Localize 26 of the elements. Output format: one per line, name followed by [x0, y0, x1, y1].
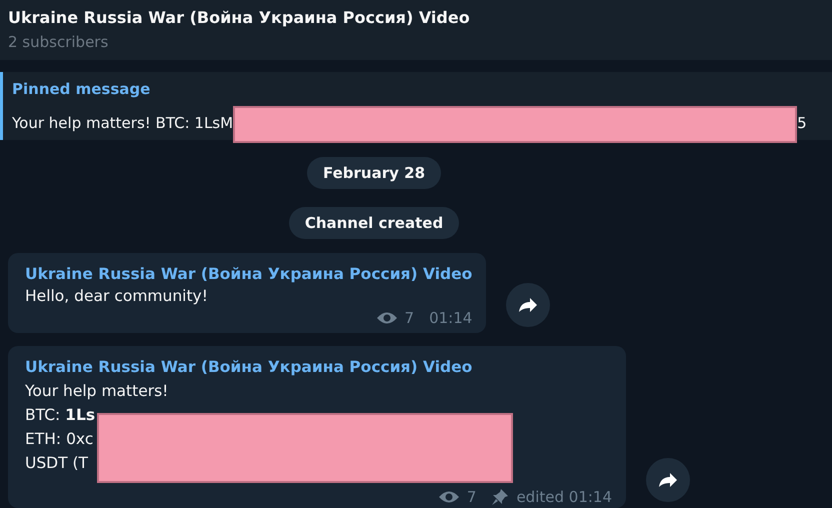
pinned-label: Pinned message [12, 80, 152, 98]
service-message: Channel created [288, 207, 460, 239]
eye-icon [376, 311, 398, 325]
message-author[interactable]: Ukraine Russia War (Война Украина Россия) Video [25, 358, 612, 376]
view-count: 7 [404, 309, 414, 327]
service-message: February 28 [306, 157, 442, 189]
subscriber-count: 2 subscribers [8, 33, 110, 51]
message-text: USDT (T [25, 454, 90, 472]
view-count: 7 [466, 488, 476, 506]
eye-icon [438, 490, 460, 504]
share-icon [658, 472, 678, 488]
message-time: edited 01:14 [516, 488, 612, 506]
pinned-text: Your help matters! BTC: 1LsM [12, 114, 234, 132]
forward-button[interactable] [646, 458, 690, 502]
pin-icon [491, 488, 510, 506]
pinned-text-tail: 5 [797, 114, 807, 132]
message-text: Hello, dear community! [25, 287, 209, 305]
message-time: 01:14 [429, 309, 472, 327]
message-text: ETH: 0xc [25, 430, 94, 448]
channel-title: Ukraine Russia War (Война Украина Россия) Video [8, 8, 471, 27]
pinned-message-bar[interactable]: Pinned message Your help matters! BTC: 1LsM 5 [0, 72, 832, 140]
forward-button[interactable] [506, 283, 550, 327]
message-author[interactable]: Ukraine Russia War (Война Украина Россия) Video [25, 265, 472, 283]
message-text: BTC: 1Ls [25, 406, 96, 424]
share-icon [518, 297, 538, 313]
message-text: Your help matters! [25, 382, 170, 400]
